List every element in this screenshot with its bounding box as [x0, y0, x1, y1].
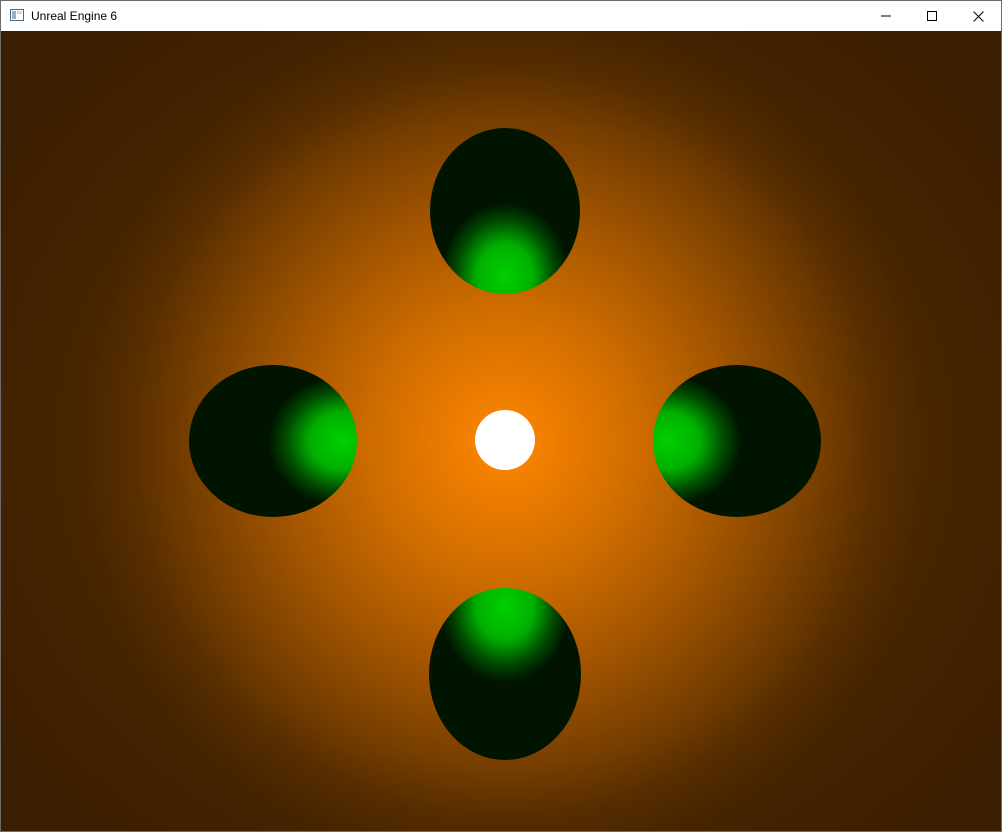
sphere-left: [189, 365, 357, 517]
window-title: Unreal Engine 6: [31, 9, 118, 23]
window-app-icon: [10, 9, 24, 21]
minimize-button[interactable]: [863, 1, 909, 31]
maximize-button[interactable]: [909, 1, 955, 31]
close-icon: [972, 10, 984, 22]
sphere-bottom: [429, 588, 581, 760]
sphere-top: [430, 128, 580, 294]
render-viewport[interactable]: [1, 31, 1001, 831]
title-bar[interactable]: Unreal Engine 6: [1, 1, 1001, 31]
scene-canvas: [189, 128, 821, 760]
application-window: Unreal Engine 6: [0, 0, 1002, 832]
close-button[interactable]: [955, 1, 1001, 31]
light-source: [475, 410, 535, 470]
maximize-icon: [927, 11, 937, 21]
minimize-icon: [881, 15, 891, 17]
sphere-right: [653, 365, 821, 517]
